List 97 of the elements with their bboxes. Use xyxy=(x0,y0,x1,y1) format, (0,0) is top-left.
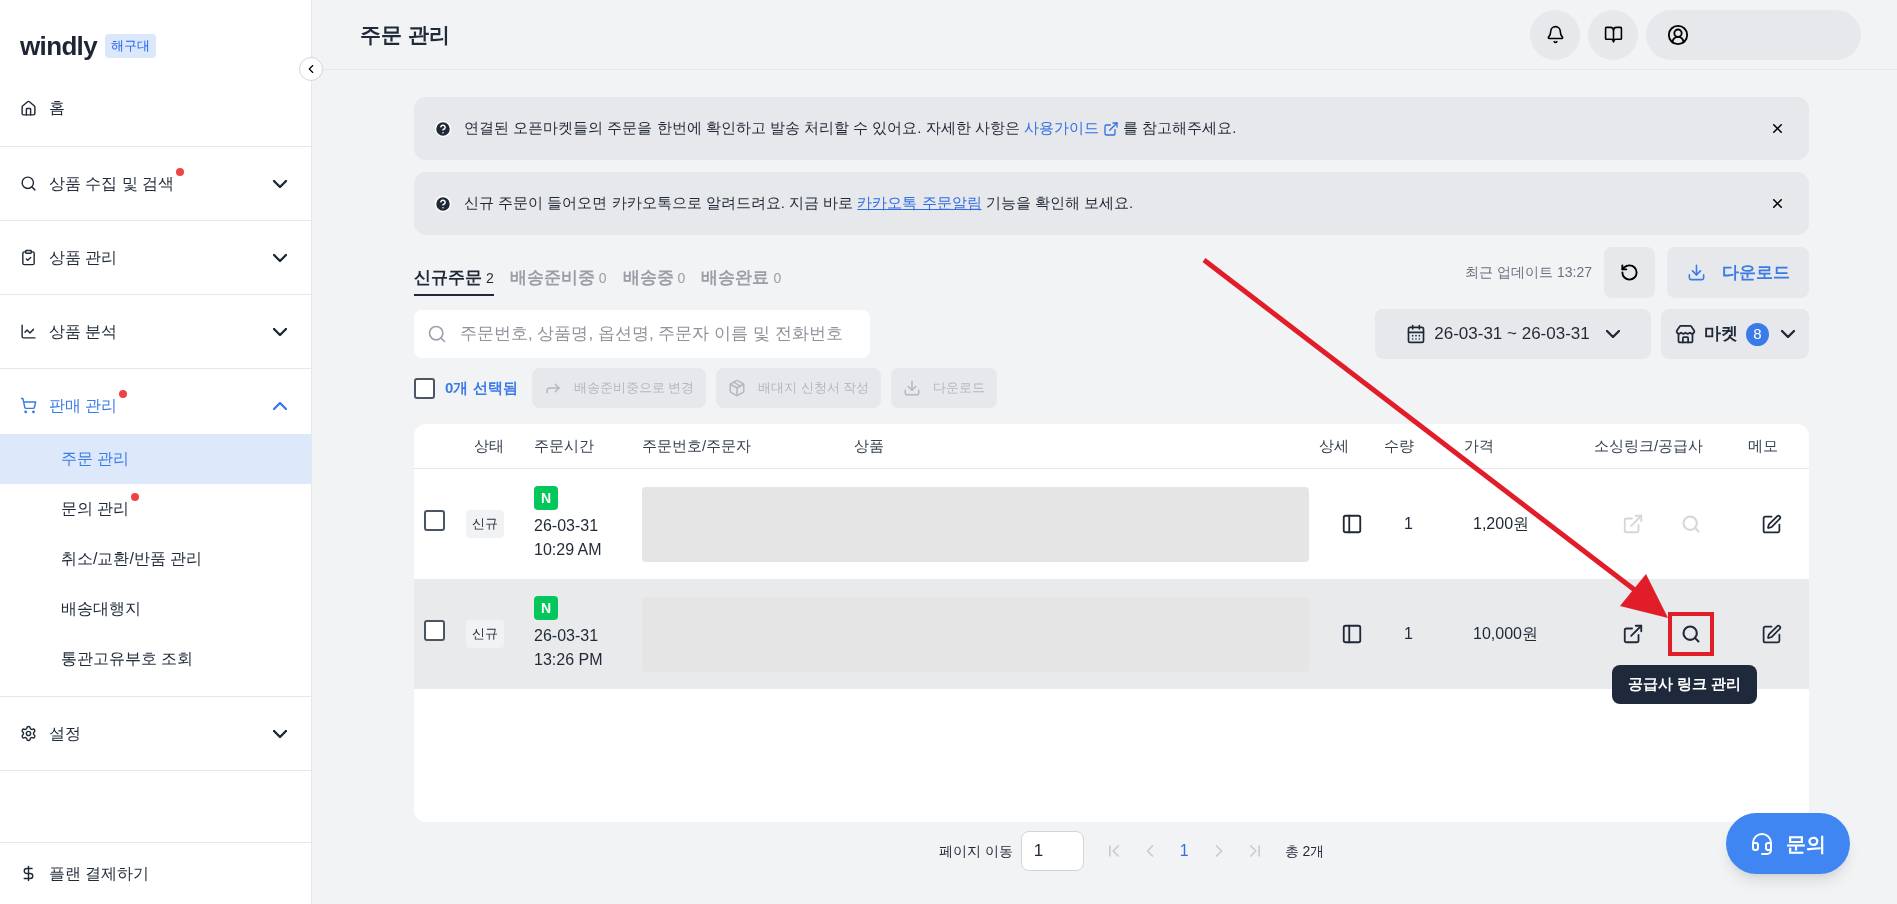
order-time: 10:29 AM xyxy=(534,540,602,560)
column-header: 소싱링크/공급사 xyxy=(1594,435,1704,456)
quantity: 1 xyxy=(1403,624,1414,644)
download-icon xyxy=(1686,263,1706,282)
page-jump-label: 페이지 이동 xyxy=(938,841,1013,861)
column-header: 가격 xyxy=(1464,435,1494,456)
edit-memo-icon[interactable] xyxy=(1761,513,1782,535)
order-date: 26-03-31 xyxy=(534,516,599,536)
total-count: 총 2개 xyxy=(1284,841,1325,861)
checkbox[interactable] xyxy=(424,620,445,641)
search-icon xyxy=(20,175,37,192)
sidebar-item[interactable]: 상품 관리 xyxy=(0,221,311,294)
column-header: 수량 xyxy=(1384,435,1414,456)
book-icon xyxy=(1603,25,1623,44)
user-icon xyxy=(1667,23,1689,46)
close-icon xyxy=(1770,121,1785,136)
settings-icon xyxy=(20,725,37,742)
last-update-text: 최근 업데이트 13:27 xyxy=(1465,263,1592,282)
price: 10,000원 xyxy=(1472,624,1539,644)
box-icon xyxy=(728,379,747,397)
sidebar-subitem[interactable]: 취소/교환/반품 관리 xyxy=(0,534,311,584)
sidebar-item[interactable]: 홈 xyxy=(0,92,311,124)
chevron-down-icon xyxy=(273,179,287,188)
date-range-picker[interactable]: 26-03-31 ~ 26-03-31 xyxy=(1375,309,1651,359)
search-icon xyxy=(1681,514,1701,534)
plan-payment-link[interactable]: 플랜 결제하기 xyxy=(0,861,150,886)
status-tag: 신규 xyxy=(466,510,504,538)
checkbox[interactable] xyxy=(414,377,435,399)
clipboard-icon xyxy=(20,249,37,266)
order-date: 26-03-31 xyxy=(534,626,599,646)
refresh-icon xyxy=(1620,263,1639,282)
status-tab[interactable]: 신규주문 2 xyxy=(414,264,494,296)
price: 1,200원 xyxy=(1472,514,1531,534)
search-field[interactable]: 주문번호, 상품명, 옵션명, 주문자 이름 및 전화번호 xyxy=(414,310,870,358)
collapse-sidebar-button[interactable] xyxy=(299,57,323,81)
column-header: 상세 xyxy=(1319,435,1349,456)
market-logo: N xyxy=(534,486,558,510)
market-logo: N xyxy=(534,596,558,620)
chevron-down-icon xyxy=(273,327,287,336)
external-link-icon xyxy=(1103,120,1119,137)
sidebar-subitem[interactable]: 통관고유부호 조회 xyxy=(0,634,311,684)
page-number[interactable]: 1 xyxy=(1179,839,1189,863)
guide-link[interactable]: 사용가이드 xyxy=(1024,117,1119,140)
store-icon xyxy=(1675,323,1696,345)
sidebar-item[interactable]: 상품 분석 xyxy=(0,295,311,368)
page-input[interactable]: 1 xyxy=(1020,831,1084,871)
chevron-down-icon xyxy=(1781,330,1795,338)
highlight-frame xyxy=(1668,612,1714,656)
chevron-down-icon xyxy=(273,729,287,738)
logo[interactable]: windly xyxy=(20,26,97,66)
bell-icon xyxy=(1545,25,1565,44)
notice-text: 연결된 오픈마켓들의 주문을 한번에 확인하고 발송 처리할 수 있어요. 자세한 사항은 사용가이드 를 참고해주세요. xyxy=(464,117,1754,140)
headset-icon xyxy=(1750,831,1774,856)
help-icon xyxy=(434,194,452,213)
chart-icon xyxy=(20,323,37,340)
quantity: 1 xyxy=(1403,514,1414,534)
search-icon xyxy=(1681,624,1701,644)
checkbox[interactable] xyxy=(424,510,445,531)
column-header: 상품 xyxy=(854,435,884,456)
guide-link[interactable]: 카카오톡 주문알림 xyxy=(857,192,982,215)
external-link-icon xyxy=(1622,513,1644,535)
column-header: 메모 xyxy=(1747,435,1778,456)
market-filter[interactable]: 마켓 8 xyxy=(1661,309,1809,359)
cart-icon xyxy=(20,397,37,414)
chevron-down-icon xyxy=(1605,330,1620,338)
status-tag: 신규 xyxy=(466,620,504,648)
selected-count: 0개 선택됨 xyxy=(445,377,518,398)
calendar-icon xyxy=(1406,324,1427,344)
search-icon xyxy=(427,324,447,344)
order-time: 13:26 PM xyxy=(534,650,603,670)
inquiry-button[interactable]: 문의 xyxy=(1726,813,1850,874)
column-header: 주문번호/주문자 xyxy=(642,435,752,456)
refresh-button[interactable] xyxy=(1604,247,1655,298)
notifications-button[interactable] xyxy=(1530,9,1580,60)
sidebar-item[interactable]: 상품 수집 및 검색 xyxy=(0,147,311,220)
sidebar-subitem[interactable]: 문의 관리 xyxy=(0,484,311,534)
panel-icon[interactable] xyxy=(1340,623,1363,645)
help-icon xyxy=(434,119,452,138)
guide-button[interactable] xyxy=(1588,9,1638,60)
chevron-up-icon xyxy=(273,401,287,410)
external-link-icon xyxy=(1622,623,1644,645)
count-badge: 8 xyxy=(1746,322,1769,346)
close-icon xyxy=(1770,196,1785,211)
page-title: 주문 관리 xyxy=(360,21,451,48)
notice-text: 신규 주문이 들어오면 카카오톡으로 알려드려요. 지금 바로 카카오톡 주문알림 기능을 확인해 보세요. xyxy=(464,192,1754,215)
edit-memo-icon[interactable] xyxy=(1761,623,1782,645)
branch-badge: 해구대 xyxy=(105,34,156,58)
tooltip: 공급사 링크 관리 xyxy=(1612,665,1758,704)
sidebar-subitem[interactable]: 배송대행지 xyxy=(0,584,311,634)
home-icon xyxy=(20,99,37,117)
external-link-button[interactable] xyxy=(1622,623,1644,645)
column-header: 주문시간 xyxy=(534,435,594,456)
panel-icon[interactable] xyxy=(1340,513,1363,535)
column-header: 상태 xyxy=(474,435,504,456)
download-icon xyxy=(903,379,922,397)
chevron-down-icon xyxy=(273,253,287,262)
sidebar-item[interactable]: 설정 xyxy=(0,697,311,770)
